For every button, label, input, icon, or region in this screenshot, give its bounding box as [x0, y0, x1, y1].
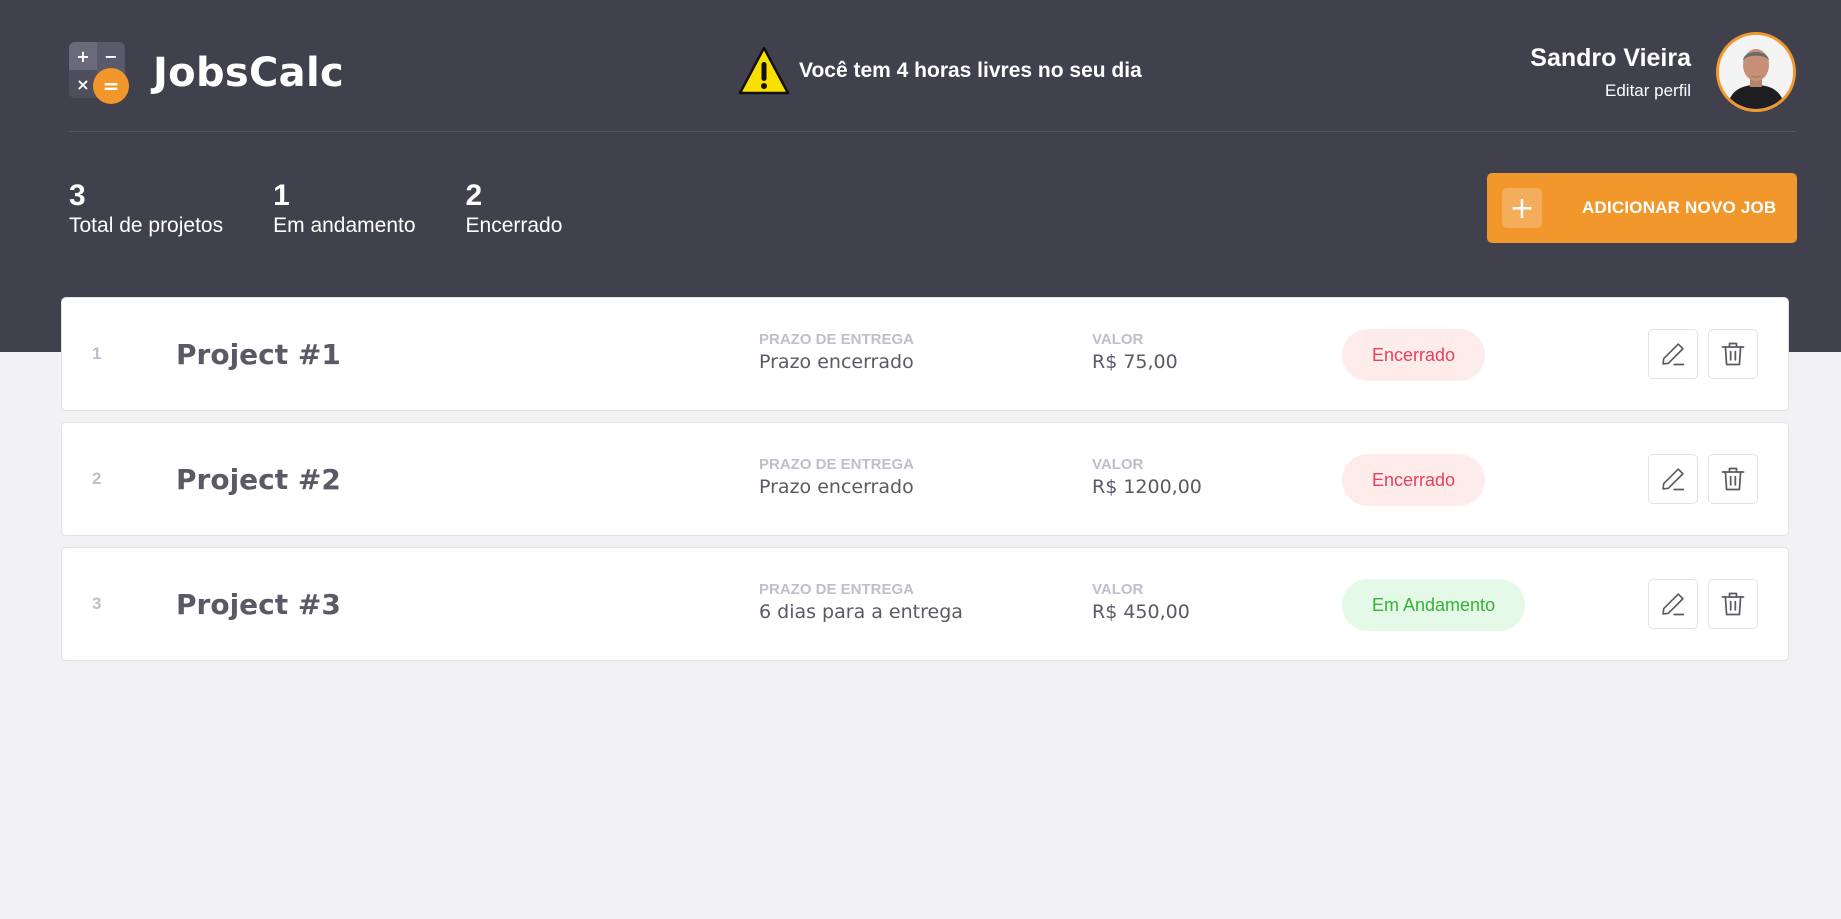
deadline-label: PRAZO DE ENTREGA	[759, 456, 915, 473]
job-value: VALOR R$ 450,00	[1092, 581, 1190, 625]
job-value: VALOR R$ 1200,00	[1092, 456, 1202, 500]
brand-name: JobsCalc	[153, 50, 344, 96]
avatar-photo	[1719, 35, 1793, 109]
project-summary: 3 Total de projetos 1 Em andamento 2 Enc…	[69, 180, 612, 240]
profile-name: Sandro Vieira	[1530, 43, 1691, 72]
free-hours-alert: Você tem 4 horas livres no seu dia	[738, 45, 1142, 97]
job-card: 3 Project #3 PRAZO DE ENTREGA 6 dias par…	[61, 547, 1789, 661]
deadline-value: Prazo encerrado	[759, 351, 914, 373]
logo: + − × = JobsCalc	[69, 42, 344, 104]
job-id: 3	[92, 594, 102, 613]
job-value: VALOR R$ 75,00	[1092, 331, 1178, 375]
deadline-label: PRAZO DE ENTREGA	[759, 331, 915, 348]
plus-icon: +	[1502, 188, 1542, 228]
pencil-icon	[1662, 468, 1685, 491]
edit-profile-link[interactable]: Editar perfil	[1530, 81, 1691, 101]
value-amount: R$ 450,00	[1092, 601, 1190, 623]
warning-icon	[738, 46, 790, 95]
closed-label: Encerrado	[465, 214, 563, 237]
pencil-icon	[1662, 593, 1685, 616]
edit-job-button[interactable]	[1648, 454, 1698, 504]
summary-total: 3 Total de projetos	[69, 180, 223, 240]
status-badge: Encerrado	[1342, 454, 1486, 506]
value-label: VALOR	[1092, 456, 1144, 473]
edit-job-button[interactable]	[1648, 329, 1698, 379]
job-name: Project #2	[176, 462, 341, 496]
trash-icon	[1721, 467, 1745, 491]
header-divider	[69, 131, 1796, 132]
profile[interactable]: Sandro Vieira Editar perfil	[1530, 32, 1796, 112]
trash-icon	[1721, 342, 1745, 366]
job-deadline: PRAZO DE ENTREGA Prazo encerrado	[759, 456, 914, 500]
delete-job-button[interactable]	[1708, 579, 1758, 629]
deadline-value: 6 dias para a entrega	[759, 601, 963, 623]
deadline-label: PRAZO DE ENTREGA	[759, 581, 915, 598]
pencil-icon	[1662, 343, 1685, 366]
summary-in-progress: 1 Em andamento	[273, 180, 415, 240]
value-label: VALOR	[1092, 581, 1144, 598]
status-badge: Em Andamento	[1342, 579, 1526, 631]
total-count: 3	[69, 179, 86, 212]
job-name: Project #1	[176, 337, 341, 371]
alert-text: Você tem 4 horas livres no seu dia	[799, 59, 1142, 82]
in-progress-label: Em andamento	[273, 214, 416, 237]
job-name: Project #3	[176, 587, 341, 621]
status-badge: Encerrado	[1342, 329, 1486, 381]
delete-job-button[interactable]	[1708, 454, 1758, 504]
job-id: 2	[92, 469, 102, 488]
calculator-icon: + − × =	[69, 42, 129, 104]
in-progress-count: 1	[273, 179, 290, 212]
add-new-job-label: ADICIONAR NOVO JOB	[1582, 198, 1777, 217]
add-new-job-button[interactable]: + ADICIONAR NOVO JOB	[1487, 173, 1797, 243]
value-label: VALOR	[1092, 331, 1144, 348]
trash-icon	[1721, 592, 1745, 616]
edit-job-button[interactable]	[1648, 579, 1698, 629]
job-card: 2 Project #2 PRAZO DE ENTREGA Prazo ence…	[61, 422, 1789, 536]
job-id: 1	[92, 344, 102, 363]
value-amount: R$ 75,00	[1092, 351, 1178, 373]
value-amount: R$ 1200,00	[1092, 476, 1202, 498]
total-label: Total de projetos	[69, 214, 224, 237]
job-deadline: PRAZO DE ENTREGA Prazo encerrado	[759, 331, 914, 375]
summary-closed: 2 Encerrado	[466, 180, 563, 240]
closed-count: 2	[465, 179, 483, 212]
job-card: 1 Project #1 PRAZO DE ENTREGA Prazo ence…	[61, 297, 1789, 411]
avatar[interactable]	[1716, 32, 1796, 112]
deadline-value: Prazo encerrado	[759, 476, 914, 498]
job-deadline: PRAZO DE ENTREGA 6 dias para a entrega	[759, 581, 963, 625]
delete-job-button[interactable]	[1708, 329, 1758, 379]
